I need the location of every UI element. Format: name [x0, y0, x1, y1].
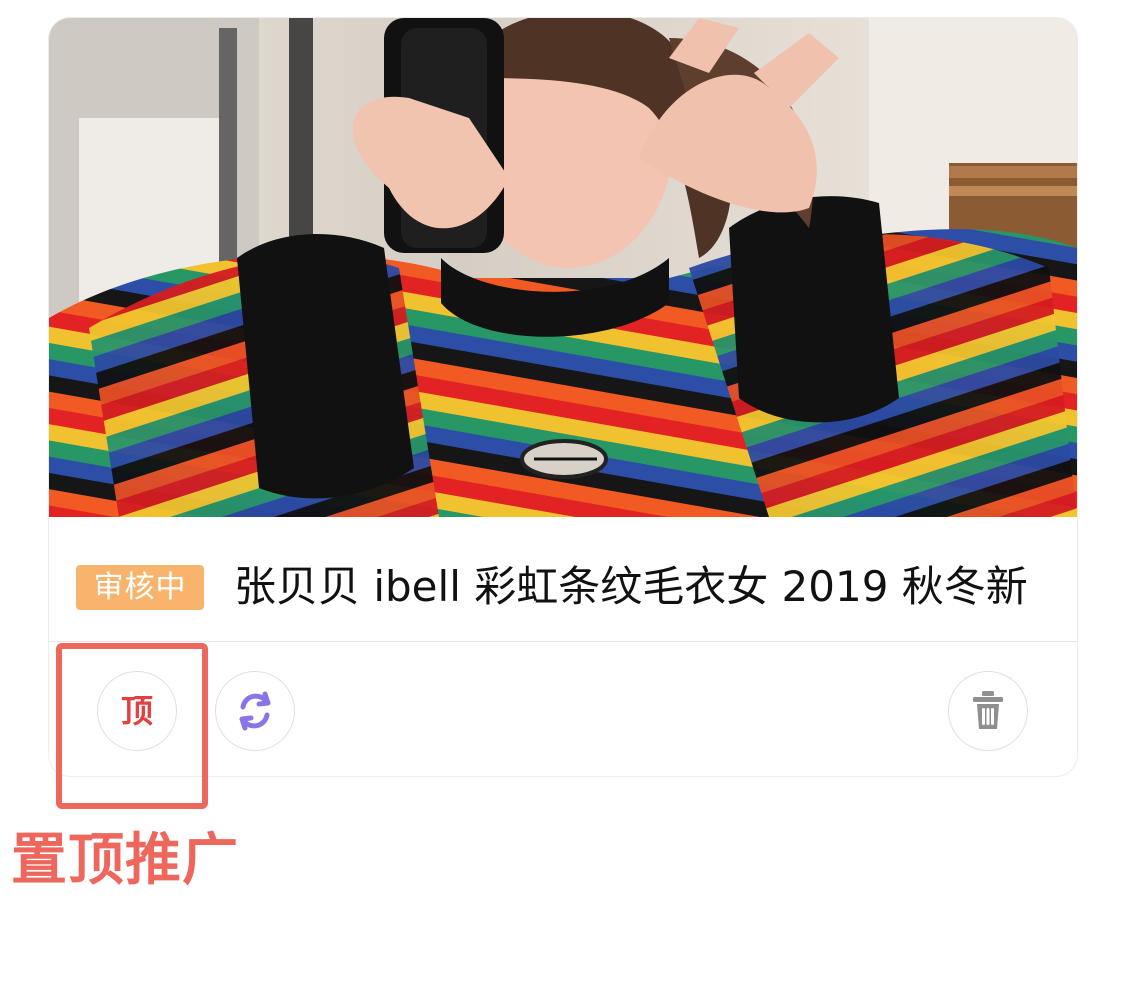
- refresh-button[interactable]: [215, 671, 295, 751]
- page: 审核中 张贝贝 ibell 彩虹条纹毛衣女 2019 秋冬新 顶 置顶推广: [0, 0, 1125, 987]
- product-photo: [49, 18, 1077, 517]
- status-badge: 审核中: [76, 565, 204, 610]
- title-row: 审核中 张贝贝 ibell 彩虹条纹毛衣女 2019 秋冬新: [49, 517, 1077, 642]
- trash-icon: [973, 691, 1003, 729]
- annotation-label: 置顶推广: [11, 828, 239, 893]
- delete-button[interactable]: [948, 671, 1028, 751]
- refresh-icon: [239, 691, 271, 731]
- product-title[interactable]: 张贝贝 ibell 彩虹条纹毛衣女 2019 秋冬新: [234, 557, 1064, 617]
- product-photo-image: [49, 18, 1077, 517]
- annotation-highlight-box: [56, 643, 208, 809]
